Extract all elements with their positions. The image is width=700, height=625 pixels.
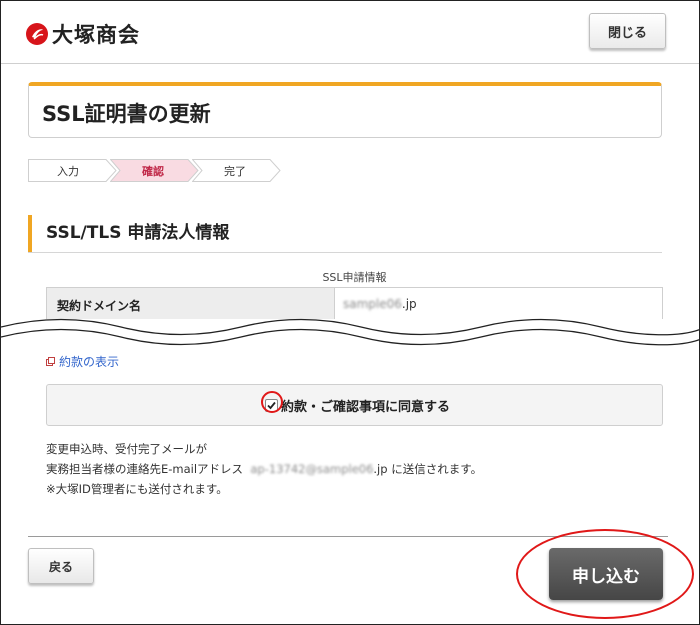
company-logo: 大塚商会	[26, 19, 140, 49]
agree-label: 約款・ご確認事項に同意する	[281, 400, 451, 415]
check-icon	[267, 401, 276, 410]
external-window-icon	[46, 357, 55, 366]
step-confirm-label: 確認	[142, 165, 164, 178]
page-title: SSL証明書の更新	[42, 102, 211, 126]
notice-line-3: ※大塚ID管理者にも送付されます。	[46, 482, 228, 496]
notice-text: 変更申込時、受付完了メールが 実務担当者様の連絡先E-mailアドレス ap-1…	[46, 439, 482, 499]
step-confirm: 確認	[110, 159, 199, 182]
logo-text: 大塚商会	[52, 22, 140, 47]
step-complete: 完了	[192, 159, 281, 182]
header-divider	[1, 63, 699, 64]
terms-link-label: 約款の表示	[59, 355, 120, 369]
progress-steps: 入力 確認 完了	[28, 159, 288, 183]
terms-link[interactable]: 約款の表示	[46, 353, 119, 370]
email-blurred: ap-13742@sample06	[250, 462, 374, 476]
step-input: 入力	[28, 159, 117, 182]
section-title: SSL/TLS 申請法人情報	[46, 223, 230, 243]
domain-value-blurred: sample06	[343, 297, 402, 311]
back-button[interactable]: 戻る	[28, 548, 94, 584]
title-card: SSL証明書の更新	[28, 82, 662, 138]
agree-panel: 約款・ご確認事項に同意する	[46, 384, 663, 426]
domain-value-suffix: .jp	[401, 297, 417, 311]
page-frame: 大塚商会 閉じる SSL証明書の更新 入力 確認 完了 SSL/TLS 申請法人	[0, 0, 700, 625]
logo-mark-icon	[26, 23, 48, 45]
section-heading: SSL/TLS 申請法人情報	[28, 215, 662, 253]
table-cell-domain: sample06.jp	[343, 297, 417, 311]
submit-button[interactable]: 申し込む	[549, 548, 663, 600]
step-complete-label: 完了	[224, 165, 246, 178]
agree-row[interactable]: 約款・ご確認事項に同意する	[265, 396, 450, 415]
table-caption: SSL申請情報	[322, 271, 387, 284]
section-divider	[28, 252, 662, 253]
notice-line-2: 実務担当者様の連絡先E-mailアドレス ap-13742@sample06.j…	[46, 462, 483, 476]
close-button[interactable]: 閉じる	[589, 13, 666, 49]
agree-checkbox[interactable]	[265, 399, 278, 412]
step-input-label: 入力	[57, 165, 79, 178]
notice-line-1: 変更申込時、受付完了メールが	[46, 442, 207, 456]
wavy-cut-line	[1, 318, 699, 346]
footer-divider	[28, 536, 668, 537]
